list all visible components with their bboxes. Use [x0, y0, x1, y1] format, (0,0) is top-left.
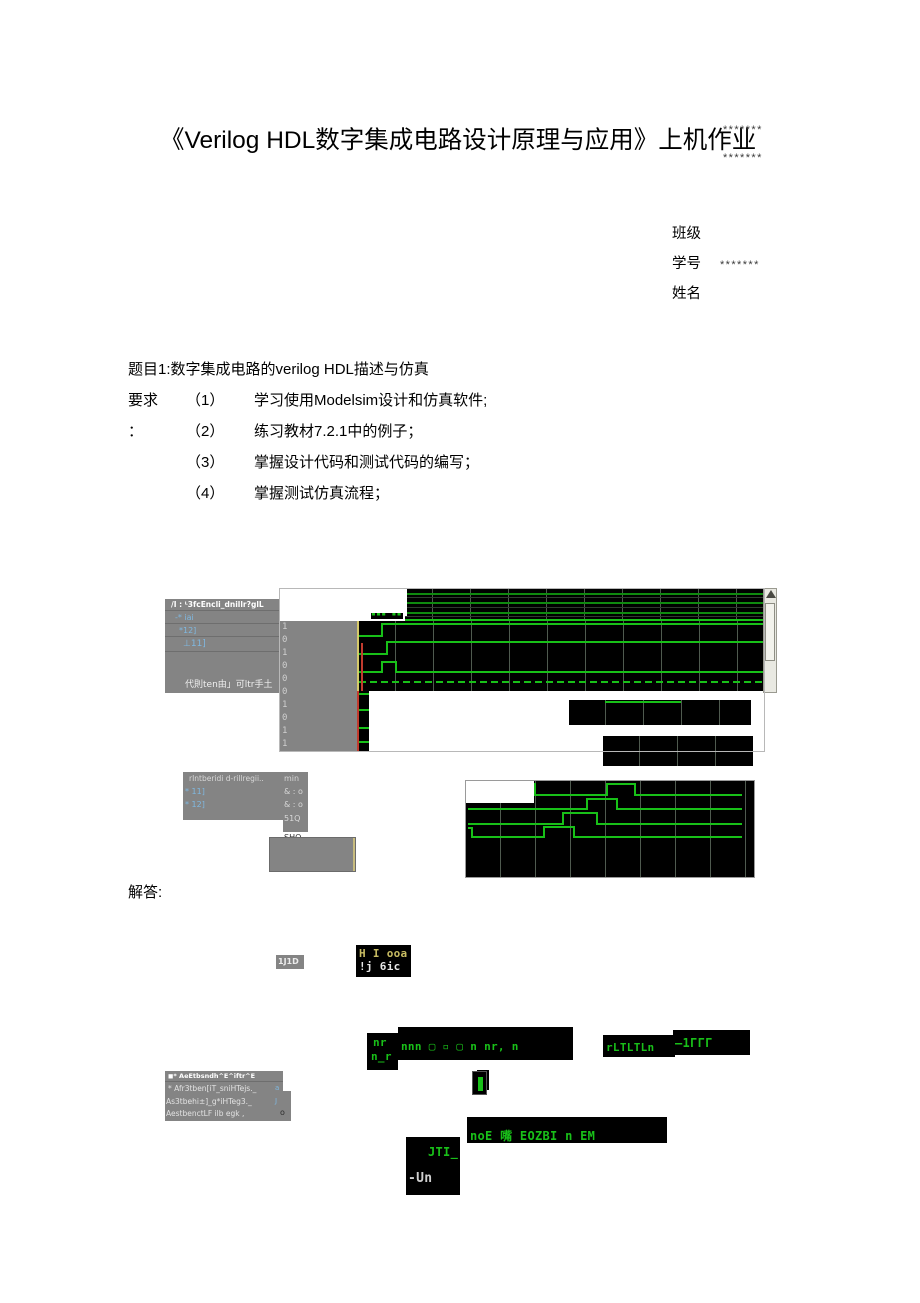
title-stars-line-1: ******* — [723, 124, 763, 136]
occlusion-block-4 — [466, 781, 534, 803]
scroll-up-arrow-icon[interactable] — [766, 590, 776, 598]
console-block-un: -Un — [406, 1165, 460, 1195]
requirement-item-2: ： （2） 练习教材7.2.1中的例子； — [128, 420, 422, 441]
info-label-name: 姓名 — [672, 286, 701, 302]
console-block-right-2: —1ΓΓΓ — [673, 1030, 750, 1055]
figure-transcript-fragment: 1J1D H I ooa !j 6ic — [276, 945, 426, 985]
code-panel-mark-3: o — [280, 1108, 285, 1117]
objects-panel-2-value-column: min & : o & : o 51Q — [283, 772, 308, 832]
transcript-gray-tag: 1J1D — [276, 955, 304, 969]
requirement-item-4: （4） 掌握测试仿真流程； — [128, 482, 389, 503]
code-panel-row-3[interactable]: AestbenctLF ilb egk , — [166, 1109, 244, 1118]
requirement-tag-1: 要求 — [128, 392, 159, 409]
wave-canvas-right — [465, 780, 755, 878]
code-panel-row-2[interactable]: As3tbehi±]_g*iHTeg3._ — [166, 1097, 252, 1106]
sub-window-edge-highlight — [353, 838, 355, 871]
requirement-item-3: （3） 掌握设计代码和测试代码的编写； — [128, 451, 479, 472]
objects-value-row-1: & : o — [284, 787, 303, 796]
objects-panel-2-row-2[interactable]: * 12] — [185, 800, 205, 809]
info-row-student-id: 学号 ******* — [672, 252, 760, 273]
console-block-jtl: JTI_ — [406, 1137, 460, 1165]
console-jtl-text: JTI_ — [428, 1145, 459, 1159]
objects-value-row-3: 51Q — [284, 814, 301, 823]
console-block-nr: nr n_r — [367, 1033, 398, 1070]
info-label-student-id: 学号 — [672, 256, 701, 272]
code-panel-header: ◼* AeEtbsndh^E^iftr^E — [168, 1072, 256, 1080]
console-un-text: -Un — [408, 1171, 433, 1186]
objects-panel-2-header: rIntberidi d-rillregii.. — [189, 774, 264, 783]
code-panel-left[interactable]: ◼* AeEtbsndh^E^iftr^E * Afr3tben[iT_sniH… — [165, 1071, 283, 1121]
object-pane-row-2[interactable]: *12] — [179, 626, 196, 635]
transcript-black-block: H I ooa !j 6ic — [356, 945, 411, 977]
objects-value-row-2: & : o — [284, 800, 303, 809]
requirement-text-2: 练习教材7.2.1中的例子； — [254, 423, 423, 440]
transcript-gray-tag-text: 1J1D — [278, 957, 299, 966]
console-block-noe: noE 嘴 EOZBI n EM — [467, 1117, 667, 1143]
figure-modelsim-wave-top: ▪▪▪ ▪▪ /I : ᴸ3fcEncli_dnillr?glL -* iai … — [165, 588, 780, 773]
object-pane-panel[interactable]: /I : ᴸ3fcEncli_dnillr?glL -* iai *12] ⊥1… — [165, 599, 280, 693]
info-row-class: 班级 — [672, 222, 720, 243]
object-pane-row-3[interactable]: ⊥11] — [183, 639, 206, 649]
requirement-tag-2: ： — [128, 423, 144, 440]
console-main-text: nnn ▢ ▫ ▢ n nr, n — [401, 1040, 519, 1053]
console-right-2-text: —1ΓΓΓ — [675, 1036, 713, 1050]
vertical-scrollbar[interactable] — [763, 588, 777, 693]
info-label-class: 班级 — [672, 226, 701, 242]
info-row-name: 姓名 — [672, 282, 720, 303]
requirement-number-4: （4） — [186, 485, 225, 502]
console-nr-line-1: nr — [373, 1036, 387, 1049]
requirement-text-4: 掌握测试仿真流程； — [254, 485, 390, 502]
transcript-line-2: !j 6ic — [359, 960, 401, 973]
requirement-text-1: 学习使用Modelsim设计和仿真软件; — [254, 392, 488, 409]
objects-panel-2-row-1[interactable]: * 11] — [185, 787, 205, 796]
info-value-student-id: ******* — [720, 259, 760, 271]
sub-window-panel[interactable] — [269, 837, 356, 872]
title-stars-line-2: ******* — [723, 152, 763, 164]
document-page: 《Verilog HDL数字集成电路设计原理与应用》上机作业 ******* *… — [0, 0, 920, 1303]
objects-value-header: min — [284, 774, 300, 783]
requirement-number-3: （3） — [186, 454, 225, 471]
page-title: 《Verilog HDL数字集成电路设计原理与应用》上机作业 — [160, 127, 757, 154]
requirement-number-1: （1） — [186, 392, 225, 409]
code-panel-left-extension: o — [277, 1091, 291, 1121]
console-nr-line-2: n_r — [371, 1050, 392, 1063]
figure-code-fragments: ◼* AeEtbsndh^E^iftr^E * Afr3tben[iT_sniH… — [160, 1025, 770, 1205]
console-right-1-text: rLTLTLn — [606, 1041, 655, 1054]
requirement-item-1: 要求 （1） 学习使用Modelsim设计和仿真软件; — [128, 389, 487, 410]
requirement-number-2: （2） — [186, 423, 225, 440]
figure-frame-1 — [279, 588, 765, 752]
console-noe-text: noE 嘴 EOZBI n EM — [470, 1129, 596, 1143]
objects-panel-2[interactable]: rIntberidi d-rillregii.. * 11] * 12] — [183, 772, 283, 820]
figure-modelsim-objects-wave: rIntberidi d-rillregii.. * 11] * 12] min… — [165, 768, 765, 880]
console-block-right-1: rLTLTLn — [603, 1035, 675, 1057]
object-pane-header: /I : ᴸ3fcEncli_dnillr?glL — [171, 600, 264, 609]
indicator-block — [472, 1071, 487, 1095]
scrollbar-thumb[interactable] — [765, 603, 775, 661]
object-pane-footer: 代則ten由」可ltr手土 — [185, 680, 273, 690]
answer-label: 解答: — [128, 884, 163, 901]
object-pane-row-1[interactable]: -* iai — [175, 613, 194, 622]
requirement-text-3: 掌握设计代码和测试代码的编写； — [254, 454, 480, 471]
console-block-main: nnn ▢ ▫ ▢ n nr, n — [398, 1027, 573, 1060]
transcript-line-1: H I ooa — [359, 947, 408, 960]
task-heading: 题目1:数字集成电路的verilog HDL描述与仿真 — [128, 361, 429, 378]
code-panel-row-1[interactable]: * Afr3tben[iT_sniHTejs._ — [168, 1084, 256, 1093]
